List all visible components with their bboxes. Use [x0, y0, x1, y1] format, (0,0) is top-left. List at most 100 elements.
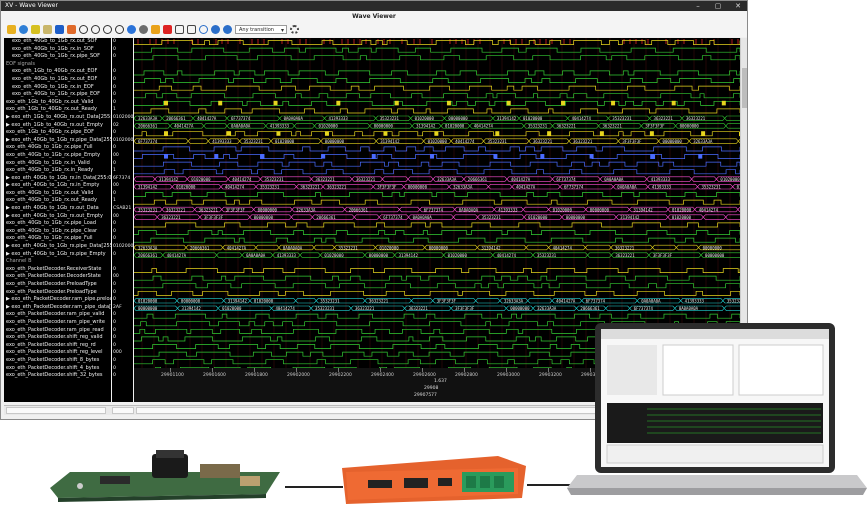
- signal-name-row[interactable]: exo_eth_PacketDecoder.ram_pipe_read: [4, 327, 111, 335]
- minimize-button[interactable]: –: [693, 1, 703, 11]
- bus-value-label: 6F737374: [564, 185, 584, 190]
- signal-name-row[interactable]: exo_eth_40Gb_to_1Gb_rx.out_Ready: [4, 197, 111, 205]
- time-tick-label: 29901800: [245, 373, 268, 378]
- signal-name-row[interactable]: exo_eth_40Gb_to_1Gb_rx.pipe_Clear: [4, 228, 111, 236]
- prev-icon[interactable]: [211, 25, 220, 34]
- signal-name-row[interactable]: ▶ exo_eth_40Gb_to_1Gb_rx.pipe_Data[255:0…: [4, 137, 111, 145]
- signal-name-row[interactable]: exo_eth_1Gb_to_40Gb_rx.out_Valid: [4, 99, 111, 107]
- signal-name-row[interactable]: exo_eth_1Gb_to_40Gb_rx.out_Ready: [4, 106, 111, 114]
- signal-name-row[interactable]: exo_eth_40Gb_to_1Gb_rx.pipe_Empty: [4, 152, 111, 160]
- signal-name-row[interactable]: ▶ exo_eth_40Gb_to_1Gb_rx.in_Data[255:0]: [4, 175, 111, 183]
- grid-icon[interactable]: [43, 25, 52, 34]
- bus-value-label: 00000000: [448, 116, 468, 121]
- signal-name-row[interactable]: ▶ exo_eth_PacketDecoder.ram_pipe_data[25…: [4, 304, 111, 312]
- remove-icon[interactable]: [139, 25, 148, 34]
- time-tick: [212, 368, 213, 372]
- signal-name-row[interactable]: exo_eth_PacketDecoder.DecoderState: [4, 273, 111, 281]
- signal-name-row[interactable]: exo_eth_PacketDecoder.ram_pipe_valid: [4, 311, 111, 319]
- signal-name-row[interactable]: exo_eth_PacketDecoder.shift_reg_rd: [4, 342, 111, 350]
- signal-name-row[interactable]: exo_eth_40Gb_to_1Gb_rx.in_Ready: [4, 167, 111, 175]
- orange-device: [342, 456, 526, 504]
- signal-name-row[interactable]: exo_eth_1Gb_to_40Gb_rx.pipe_EOF: [4, 129, 111, 137]
- signal-name-row[interactable]: ▶ exo_eth_PacketDecoder.ram_pipe.preload: [4, 296, 111, 304]
- bus-value-label: 3F3F3F3F: [204, 215, 224, 220]
- zoom-in-icon[interactable]: [91, 25, 100, 34]
- lock-icon[interactable]: [151, 25, 160, 34]
- signal-value-cell: 0: [113, 130, 116, 136]
- signal-name-list[interactable]: exo_eth_40Gb_to_1Gb_rx.out_SOF exo_eth_40…: [4, 38, 111, 402]
- signal-name-row[interactable]: ▶ exo_eth_1Gb_to_40Gb_rx.out_Empty: [4, 122, 111, 130]
- bus-value-label: 35323231: [264, 177, 284, 182]
- zoom-fit-icon[interactable]: [79, 25, 88, 34]
- values-hscroll[interactable]: [112, 407, 134, 414]
- edit-icon[interactable]: [31, 25, 40, 34]
- signal-name-row[interactable]: ▶ exo_eth_40Gb_to_1Gb_rx.out_Empty: [4, 213, 111, 221]
- signal-name-row[interactable]: exo_eth_40Gb_to_1Gb_rx.out_EOF: [4, 76, 111, 84]
- signal-name-row[interactable]: ▶ exo_eth_1Gb_to_40Gb_rx.out_Data[255:0]: [4, 114, 111, 122]
- signal-name-row[interactable]: exo_eth_40Gb_to_1Gb_rx.pipe_EOF: [4, 91, 111, 99]
- jump-icon[interactable]: [199, 25, 208, 34]
- zoom-out-icon[interactable]: [103, 25, 112, 34]
- signal-name-row[interactable]: exo_eth_40Gb_to_1Gb_rx.pipe_Full: [4, 235, 111, 243]
- open-folder-icon[interactable]: [7, 25, 16, 34]
- signal-name-row[interactable]: EOF signals: [4, 61, 111, 69]
- shield-icon[interactable]: [163, 25, 172, 34]
- bus-value-label: 35323231: [315, 306, 335, 311]
- bus-value-label: 00000000: [374, 124, 394, 129]
- signal-name-row[interactable]: exo_eth_PacketDecoder.shift_4_bytes: [4, 365, 111, 373]
- names-hscroll[interactable]: [6, 407, 106, 414]
- signal-name-row[interactable]: exo_eth_PacketDecoder.PreloadType: [4, 289, 111, 297]
- signal-name-row[interactable]: exo_eth_40Gb_to_1Gb_rx.in_SOF: [4, 46, 111, 54]
- signal-name-row[interactable]: exo_eth_PacketDecoder.ram_pipe_write: [4, 319, 111, 327]
- close-button[interactable]: ✕: [733, 1, 743, 11]
- signal-name-row[interactable]: exo_eth_40Gb_to_1Gb_rx.in_EOF: [4, 84, 111, 92]
- add-icon[interactable]: [127, 25, 136, 34]
- bus-segment: [675, 244, 699, 251]
- bus-icon[interactable]: [67, 25, 76, 34]
- signal-name-row[interactable]: exo_eth_PacketDecoder.shift_reg_level: [4, 349, 111, 357]
- signal-name-row[interactable]: exo_eth_PacketDecoder.shift_8_bytes: [4, 357, 111, 365]
- download-icon[interactable]: [55, 25, 64, 34]
- signal-name-row[interactable]: exo_eth_40Gb_to_1Gb_rx.out_SOF: [4, 38, 111, 46]
- signal-name-row[interactable]: exo_eth_40Gb_to_1Gb_rx.pipe_SOF: [4, 53, 111, 61]
- settings-icon[interactable]: [289, 25, 299, 34]
- signal-name-row[interactable]: exo_eth_PacketDecoder.PreloadType: [4, 281, 111, 289]
- next-edge-icon[interactable]: [187, 25, 196, 34]
- transition-select[interactable]: Any transition: [235, 25, 287, 35]
- signal-value-cell: 0: [113, 365, 116, 371]
- bus-value-label: 36323221: [603, 124, 623, 129]
- bus-value-label: 01020000: [553, 207, 573, 212]
- active-pulse: [321, 154, 326, 159]
- prev-edge-icon[interactable]: [175, 25, 184, 34]
- time-tick-label: 29902200: [329, 373, 352, 378]
- signal-name-row[interactable]: exo_eth_40Gb_to_1Gb_rx.pipe_Load: [4, 220, 111, 228]
- signal-name-row[interactable]: ▶ exo_eth_40Gb_to_1Gb_rx.pipe_Data[255:0…: [4, 243, 111, 251]
- active-pulse: [218, 100, 223, 106]
- bus-value-label: 40414274: [699, 207, 719, 212]
- bus-value-label: 31394142: [481, 245, 501, 250]
- bus-value-label: 40414274: [275, 306, 295, 311]
- bus-value-label: 4041427A: [511, 177, 531, 182]
- signal-name-row[interactable]: ▶ exo_eth_40Gb_to_1Gb_rx.pipe_Empty: [4, 251, 111, 259]
- active-pulse: [164, 100, 168, 106]
- signal-name-row[interactable]: ▶ exo_eth_40Gb_to_1Gb_rx.in_Empty: [4, 182, 111, 190]
- signal-name-row[interactable]: exo_eth_40Gb_to_1Gb_rx.out_Valid: [4, 190, 111, 198]
- bus-value-label: 36323221: [161, 215, 181, 220]
- active-pulse: [611, 100, 616, 106]
- signal-name-row[interactable]: exo_eth_40Gb_to_1Gb_rx.pipe_Full: [4, 144, 111, 152]
- signal-name-row[interactable]: Channel B: [4, 258, 111, 266]
- signal-name-row[interactable]: exo_eth_40Gb_to_1Gb_rx.in_Valid: [4, 160, 111, 168]
- signal-name-row[interactable]: ▶ exo_eth_40Gb_to_1Gb_rx.out_Data: [4, 205, 111, 213]
- signal-name-row[interactable]: exo_eth_PacketDecoder.ReceiverState: [4, 266, 111, 274]
- signal-name-row[interactable]: exo_eth_1Gb_to_40Gb_rx.out_EOF: [4, 68, 111, 76]
- zoom-range-icon[interactable]: [115, 25, 124, 34]
- next-icon[interactable]: [223, 25, 232, 34]
- signal-value-cell: 02: [113, 122, 119, 128]
- maximize-button[interactable]: ▢: [713, 1, 723, 11]
- signal-name-row[interactable]: exo_eth_PacketDecoder.shift_32_bytes: [4, 372, 111, 380]
- refresh-icon[interactable]: [19, 25, 28, 34]
- vertical-scroll-thumb[interactable]: [742, 68, 747, 108]
- bus-segment: [295, 298, 317, 304]
- time-tick: [464, 368, 465, 372]
- signal-name-row[interactable]: exo_eth_PacketDecoder.shift_reg_valid: [4, 334, 111, 342]
